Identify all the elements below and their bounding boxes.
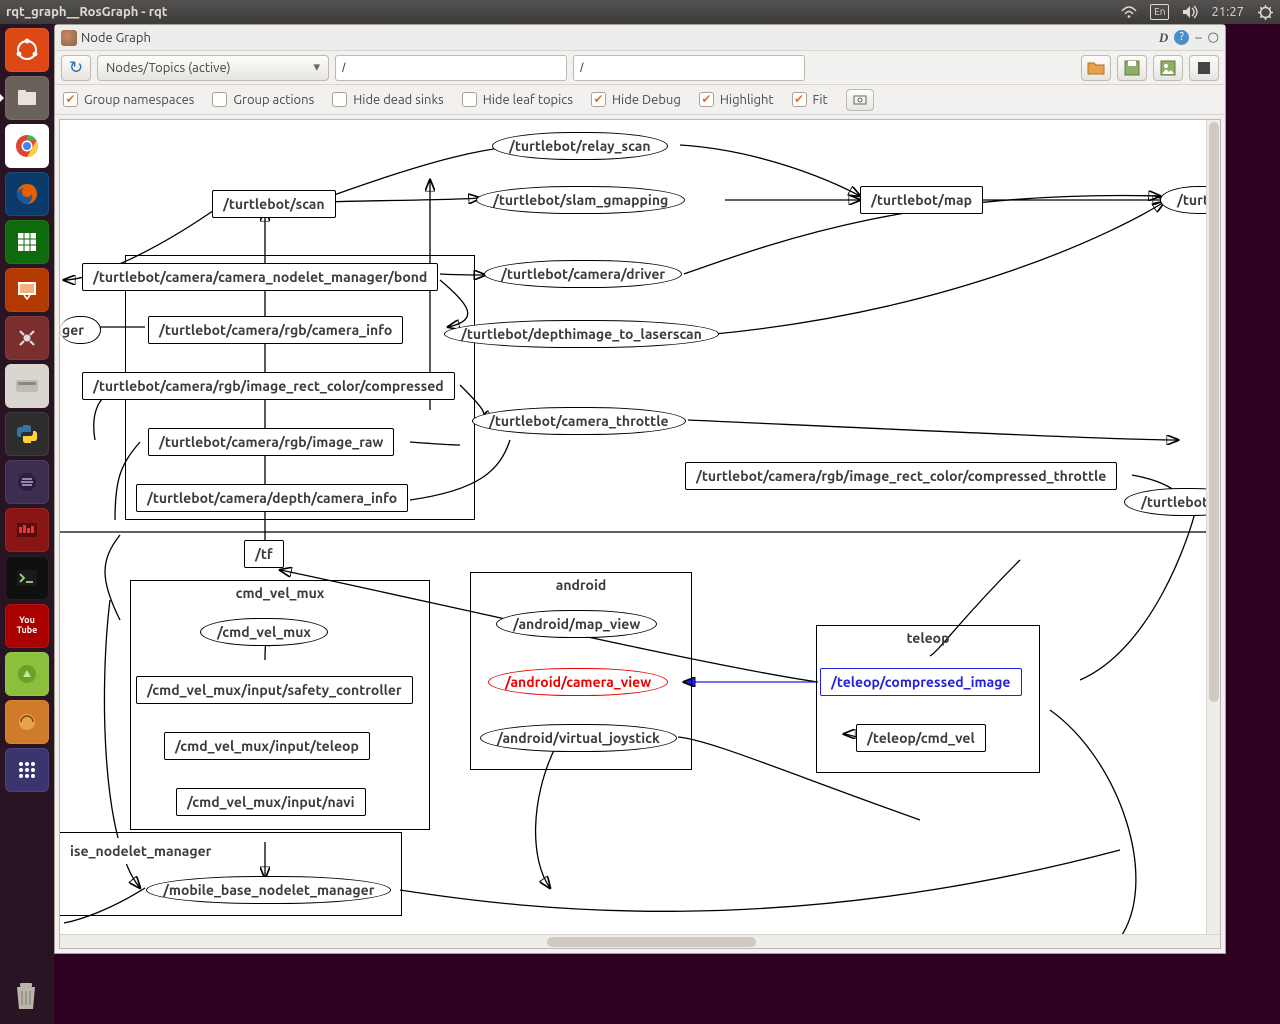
youtube-icon[interactable]: YouTube: [5, 604, 49, 648]
eclipse-icon[interactable]: [5, 460, 49, 504]
topic-depth-camera-info[interactable]: /turtlebot/camera/depth/camera_info: [136, 484, 408, 512]
recorder-icon[interactable]: [5, 508, 49, 552]
android-studio-icon[interactable]: [5, 652, 49, 696]
dock-d-icon[interactable]: D: [1159, 30, 1168, 46]
save-button[interactable]: [1117, 55, 1147, 81]
topic-tf[interactable]: /tf: [244, 540, 284, 568]
chrome-icon[interactable]: [5, 124, 49, 168]
python-icon[interactable]: [5, 412, 49, 456]
system-tray: En 21:27: [1120, 3, 1274, 21]
maximize-canvas-button[interactable]: [1189, 55, 1219, 81]
group-actions-checkbox[interactable]: Group actions: [212, 92, 314, 107]
rqt-window: Node Graph D ? – ○ ↻ Nodes/Topics (activ…: [54, 24, 1226, 954]
canvas-vscroll[interactable]: [1206, 120, 1220, 948]
topic-cmv-navi[interactable]: /cmd_vel_mux/input/navi: [176, 788, 366, 816]
node-slam-gmapping[interactable]: /turtlebot/slam_gmapping: [476, 186, 685, 214]
graph-mode-value: Nodes/Topics (active): [106, 61, 231, 75]
topic-teleop-compressed-image[interactable]: /teleop/compressed_image: [820, 668, 1022, 696]
node-depthimage-to-laserscan[interactable]: /turtlebot/depthimage_to_laserscan: [444, 320, 719, 348]
minimize-icon[interactable]: –: [1195, 31, 1201, 45]
graph-canvas[interactable]: cmd_vel_mux android teleop /turtlebot/re…: [59, 119, 1221, 949]
node-android-virtual-joystick[interactable]: /android/virtual_joystick: [480, 724, 677, 752]
open-button[interactable]: [1081, 55, 1111, 81]
impress-icon[interactable]: [5, 268, 49, 312]
highlight-checkbox[interactable]: Highlight: [699, 92, 774, 107]
hide-leaf-topics-checkbox[interactable]: Hide leaf topics: [462, 92, 573, 107]
plugin-title: Node Graph: [81, 31, 151, 45]
calc-icon[interactable]: [5, 220, 49, 264]
dash-icon[interactable]: [5, 28, 49, 72]
node-filter-input[interactable]: [335, 55, 567, 81]
window-title: rqt_graph__RosGraph - rqt: [6, 5, 167, 19]
session-gear-icon[interactable]: [1256, 3, 1274, 21]
sound-icon[interactable]: [1181, 3, 1199, 21]
clock-time[interactable]: 21:27: [1211, 5, 1244, 19]
network-icon[interactable]: [1120, 3, 1138, 21]
topic-filter-input[interactable]: [573, 55, 805, 81]
fit-checkbox[interactable]: Fit: [792, 92, 828, 107]
group-namespaces-checkbox[interactable]: Group namespaces: [63, 92, 194, 107]
firefox-icon[interactable]: [5, 172, 49, 216]
node-camera-throttle[interactable]: /turtlebot/camera_throttle: [472, 407, 686, 435]
topic-cmv-safety[interactable]: /cmd_vel_mux/input/safety_controller: [136, 676, 413, 704]
node-android-map-view[interactable]: /android/map_view: [496, 610, 657, 638]
topic-image-raw[interactable]: /turtlebot/camera/rgb/image_raw: [148, 428, 394, 456]
help-icon[interactable]: ?: [1174, 30, 1189, 45]
canvas-hscroll[interactable]: [60, 934, 1220, 948]
topic-cmv-teleop[interactable]: /cmd_vel_mux/input/teleop: [164, 732, 370, 760]
refresh-button[interactable]: ↻: [61, 55, 91, 81]
unity-launcher: YouTube: [0, 24, 54, 1024]
topic-rgb-camera-info[interactable]: /turtlebot/camera/rgb/camera_info: [148, 316, 403, 344]
node-mobile-base-manager[interactable]: /mobile_base_nodelet_manager: [146, 876, 391, 904]
topic-compressed-throttle[interactable]: /turtlebot/camera/rgb/image_rect_color/c…: [685, 462, 1117, 490]
topic-scan[interactable]: /turtlebot/scan: [212, 190, 336, 218]
node-cut-left-ger[interactable]: ger: [60, 316, 101, 344]
hide-debug-checkbox[interactable]: Hide Debug: [591, 92, 681, 107]
topic-rect-compressed[interactable]: /turtlebot/camera/rgb/image_rect_color/c…: [82, 372, 455, 400]
graph-mode-select[interactable]: Nodes/Topics (active) ▾: [97, 55, 329, 81]
keyboard-lang-icon[interactable]: En: [1150, 4, 1169, 20]
node-camera-driver[interactable]: /turtlebot/camera/driver: [484, 260, 682, 288]
topic-bond[interactable]: /turtlebot/camera/camera_nodelet_manager…: [82, 263, 438, 291]
toolbar: ↻ Nodes/Topics (active) ▾: [55, 51, 1225, 85]
topic-map[interactable]: /turtlebot/map: [860, 186, 983, 214]
plugin-icon: [61, 30, 77, 46]
generic-app-icon[interactable]: [5, 700, 49, 744]
options-bar: Group namespaces Group actions Hide dead…: [55, 85, 1225, 115]
save-image-button[interactable]: [1153, 55, 1183, 81]
fit-zoom-button[interactable]: [846, 89, 874, 111]
label-ise-manager: ise_nodelet_manager: [60, 838, 221, 864]
chevron-down-icon: ▾: [313, 60, 320, 75]
topic-teleop-cmd-vel[interactable]: /teleop/cmd_vel: [856, 724, 986, 752]
plugin-titlebar: Node Graph D ? – ○: [55, 25, 1225, 51]
settings-icon[interactable]: [5, 316, 49, 360]
node-cmd-vel-mux[interactable]: /cmd_vel_mux: [200, 618, 328, 646]
disk-icon[interactable]: [5, 364, 49, 408]
node-relay-scan[interactable]: /turtlebot/relay_scan: [492, 132, 668, 160]
apps-grid-icon[interactable]: [5, 748, 49, 792]
hide-dead-sinks-checkbox[interactable]: Hide dead sinks: [332, 92, 443, 107]
node-android-camera-view[interactable]: /android/camera_view: [488, 668, 668, 696]
close-icon[interactable]: ○: [1208, 30, 1219, 45]
trash-icon[interactable]: [6, 974, 46, 1018]
ubuntu-top-panel: rqt_graph__RosGraph - rqt En 21:27: [0, 0, 1280, 24]
terminal-icon[interactable]: [5, 556, 49, 600]
files-icon[interactable]: [5, 76, 49, 120]
